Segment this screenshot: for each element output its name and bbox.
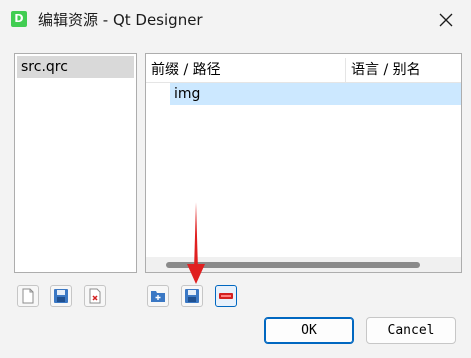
column-header-language[interactable]: 语言 / 别名 bbox=[351, 58, 421, 82]
prefix-path-tree[interactable]: 前缀 / 路径 语言 / 别名 img bbox=[145, 53, 462, 273]
add-prefix-icon bbox=[151, 291, 165, 302]
window-title: 编辑资源 - Qt Designer bbox=[38, 11, 203, 29]
scrollbar-thumb[interactable] bbox=[166, 262, 420, 268]
horizontal-scrollbar[interactable] bbox=[146, 257, 461, 272]
tree-header: 前缀 / 路径 语言 / 别名 bbox=[146, 58, 461, 83]
new-resource-file-button[interactable] bbox=[17, 285, 39, 307]
title-bar: D 编辑资源 - Qt Designer bbox=[0, 0, 471, 38]
remove-icon bbox=[219, 293, 233, 299]
save-resource-file-button[interactable] bbox=[50, 285, 72, 307]
tree-row[interactable]: img bbox=[170, 83, 461, 105]
list-item[interactable]: src.qrc bbox=[17, 56, 134, 78]
column-divider bbox=[345, 58, 346, 82]
qt-designer-icon: D bbox=[11, 11, 27, 27]
new-file-icon bbox=[22, 288, 34, 304]
tree-row-label: img bbox=[174, 86, 201, 102]
ok-button[interactable]: OK bbox=[264, 317, 354, 344]
remove-resource-file-button[interactable] bbox=[84, 285, 106, 307]
remove-file-icon bbox=[89, 288, 101, 304]
close-icon bbox=[439, 13, 453, 27]
close-button[interactable] bbox=[433, 7, 459, 33]
add-files-button[interactable] bbox=[181, 285, 203, 307]
column-header-prefix[interactable]: 前缀 / 路径 bbox=[151, 58, 221, 82]
save-icon bbox=[54, 289, 68, 303]
add-files-icon bbox=[185, 289, 199, 303]
cancel-button[interactable]: Cancel bbox=[366, 317, 456, 344]
resource-file-list[interactable]: src.qrc bbox=[14, 53, 137, 273]
add-prefix-button[interactable] bbox=[147, 285, 169, 307]
remove-button[interactable] bbox=[215, 285, 237, 307]
